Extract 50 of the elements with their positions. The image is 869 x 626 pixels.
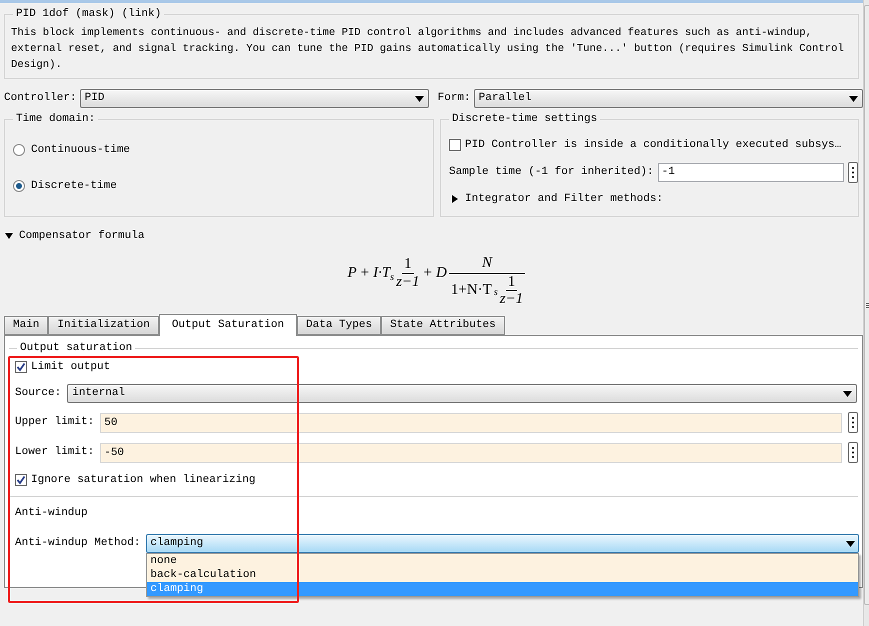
controller-label: Controller: <box>4 91 77 106</box>
method-dropdown[interactable]: clamping <box>146 534 859 553</box>
section-label: Compensator formula <box>19 229 144 244</box>
more-icon <box>852 417 854 428</box>
more-icon <box>852 166 854 178</box>
method-label: Anti-windup Method: <box>15 536 140 552</box>
caret-icon <box>414 96 424 102</box>
checkbox[interactable] <box>15 360 27 373</box>
checkbox-label: PID Controller is inside a conditionally executed subsys… <box>465 138 842 153</box>
radio-button[interactable] <box>13 144 25 156</box>
more-button[interactable] <box>848 442 858 463</box>
dropdown-option[interactable]: none <box>147 554 858 568</box>
checkbox-label: Limit output <box>31 360 110 374</box>
checkbox[interactable] <box>449 139 461 152</box>
sample-time-label: Sample time (-1 for inherited): <box>449 164 654 180</box>
source-label: Source: <box>15 386 62 402</box>
more-button[interactable] <box>848 162 858 182</box>
form-label: Form: <box>438 91 471 106</box>
caret-icon <box>846 540 855 546</box>
group-title: Output saturation <box>17 340 136 354</box>
more-button[interactable] <box>848 412 858 433</box>
group-title: PID 1dof (mask) (link) <box>13 7 164 21</box>
tab[interactable]: Main <box>4 316 48 334</box>
radio-label: Continuous-time <box>31 143 130 158</box>
section-title: Anti-windup <box>15 506 89 520</box>
checkbox[interactable] <box>15 474 27 486</box>
tab[interactable]: Output Saturation <box>158 314 298 336</box>
radio-button[interactable] <box>13 180 25 192</box>
limit-label: Upper limit: <box>15 415 94 430</box>
limit-field[interactable]: -50 <box>100 442 842 462</box>
tab[interactable]: Data Types <box>297 316 382 334</box>
sample-time-field[interactable]: -1 <box>658 162 844 182</box>
caret-icon <box>848 96 858 102</box>
source-dropdown[interactable]: internal <box>67 384 857 403</box>
form-dropdown[interactable]: Parallel <box>474 89 863 108</box>
block-description: This block implements continuous- and discrete-time PID control algorithms and includes advanced features such as anti-windup, external reset, and signal tracking. You can tune the PID gains automatically using the 'Tune...' button (requires Simulink Control Design). <box>11 26 845 73</box>
collapsed-triangle-icon[interactable] <box>451 194 459 203</box>
dropdown-option[interactable]: back-calculation <box>147 568 858 582</box>
caret-icon <box>842 390 852 396</box>
radio-label: Discrete-time <box>31 178 117 194</box>
tab[interactable]: Initialization <box>48 316 159 334</box>
tab[interactable]: State Attributes <box>381 316 505 334</box>
limit-field[interactable]: 50 <box>100 412 842 432</box>
more-icon <box>852 447 854 458</box>
expanded-triangle-icon[interactable] <box>5 232 13 240</box>
controller-dropdown[interactable]: PID <box>80 89 429 108</box>
group-title: Discrete-time settings <box>449 112 600 126</box>
checkbox-label: Ignore saturation when linearizing <box>31 473 256 488</box>
section-label: Integrator and Filter methods: <box>465 192 664 206</box>
limit-label: Lower limit: <box>15 445 94 460</box>
